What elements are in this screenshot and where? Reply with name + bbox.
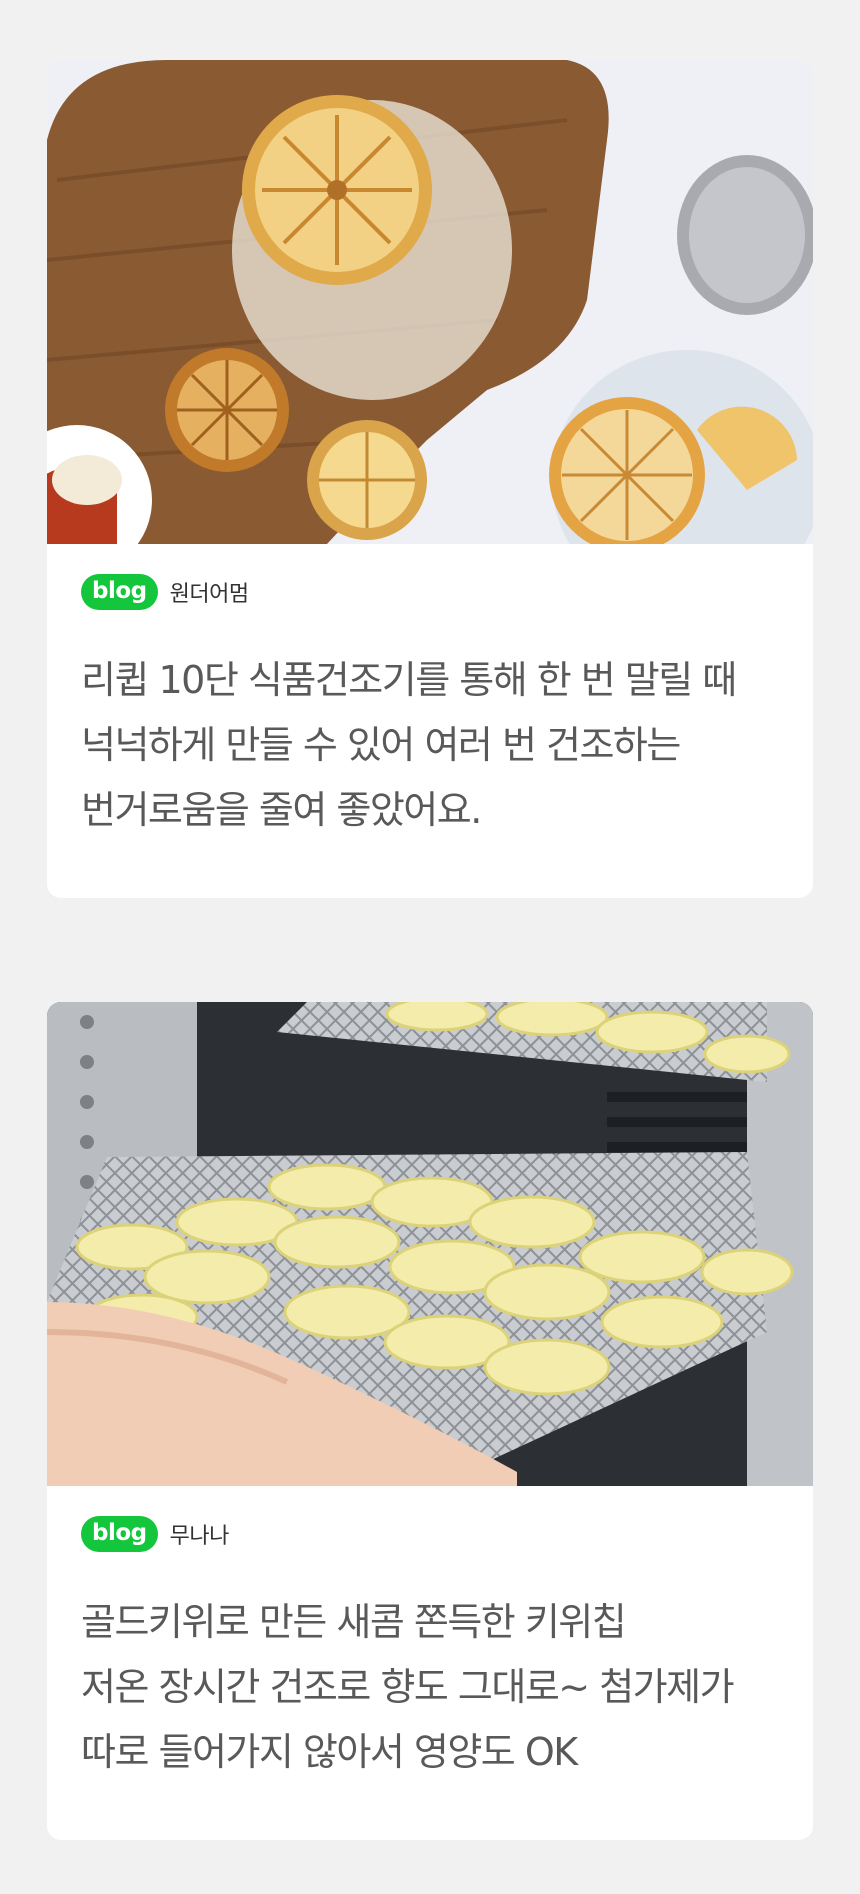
review-meta: blog 무나나 [81,1516,229,1552]
review-text: 리큅 10단 식품건조기를 통해 한 번 말릴 때 넉넉하게 만들 수 있어 여… [81,648,801,843]
kiwi-dehydrator-photo [47,1002,813,1486]
review-card: blog 무나나 골드키위로 만든 새콤 쫀득한 키위칩 저온 장시간 건조로 … [47,1002,813,1840]
blog-badge[interactable]: blog [81,1516,158,1552]
review-line: 골드키위로 만든 새콤 쫀득한 키위칩 [81,1600,627,1644]
review-meta: blog 원더어멈 [81,574,249,610]
dried-lemon-photo [47,60,813,544]
review-text: 골드키위로 만든 새콤 쫀득한 키위칩 저온 장시간 건조로 향도 그대로~ 첨… [81,1590,801,1785]
review-line: 번거로움을 줄여 좋았어요. [81,788,482,832]
blog-badge[interactable]: blog [81,574,158,610]
review-line: 리큅 10단 식품건조기를 통해 한 번 말릴 때 [81,658,737,702]
review-line: 넉넉하게 만들 수 있어 여러 번 건조하는 [81,723,681,767]
author-name[interactable]: 원더어멈 [170,576,249,608]
review-line: 따로 들어가지 않아서 영양도 OK [81,1730,578,1774]
review-card: blog 원더어멈 리큅 10단 식품건조기를 통해 한 번 말릴 때 넉넉하게… [47,60,813,898]
author-name[interactable]: 무나나 [170,1518,230,1550]
review-line: 저온 장시간 건조로 향도 그대로~ 첨가제가 [81,1665,735,1709]
